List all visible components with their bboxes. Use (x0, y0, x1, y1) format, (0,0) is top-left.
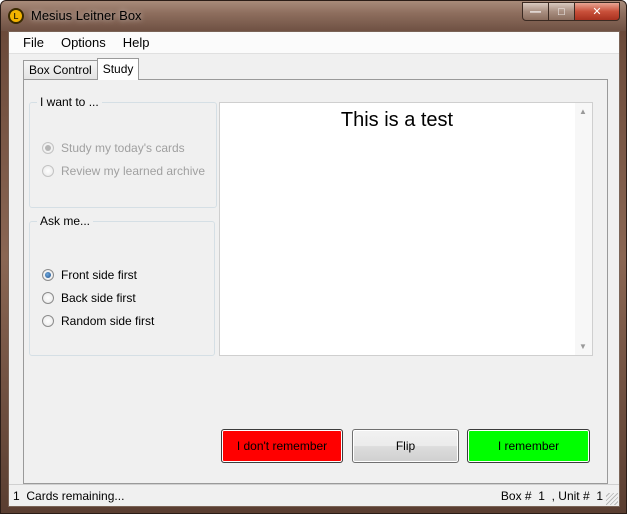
radio-study-today-icon (42, 142, 54, 154)
caption-buttons: — □ ✕ (522, 2, 620, 21)
remember-button[interactable]: I remember (467, 429, 590, 463)
status-box-label: Box # (500, 489, 532, 503)
resize-grip[interactable] (606, 493, 618, 505)
app-window: L Mesius Leitner Box — □ ✕ File Options … (0, 0, 627, 514)
scroll-down-icon[interactable]: ▼ (579, 342, 587, 351)
menu-options[interactable]: Options (53, 35, 115, 50)
radio-review-archive[interactable]: Review my learned archive (42, 164, 205, 178)
maximize-icon: □ (558, 5, 565, 18)
minimize-icon: — (530, 5, 541, 18)
maximize-button[interactable]: □ (548, 2, 575, 21)
card-display[interactable]: This is a test ▲ ▼ (219, 102, 593, 356)
close-button[interactable]: ✕ (574, 2, 620, 21)
scroll-up-icon[interactable]: ▲ (579, 107, 587, 116)
card-text: This is a test (340, 109, 454, 131)
ask-group: Ask me... Front side first Back side fir… (29, 214, 215, 356)
flip-button[interactable]: Flip (352, 429, 459, 463)
radio-study-today-label: Study my today's cards (61, 141, 185, 155)
status-cards-remaining-label: Cards remaining... (26, 489, 125, 503)
radio-random-side-label: Random side first (61, 314, 155, 328)
menu-file[interactable]: File (15, 35, 53, 50)
app-logo-icon[interactable]: L (8, 8, 24, 24)
tab-box-control[interactable]: Box Control (23, 60, 98, 80)
status-unit-label: , Unit # (551, 489, 590, 503)
menu-bar: File Options Help (9, 32, 619, 54)
close-icon: ✕ (592, 6, 602, 18)
title-bar[interactable]: L Mesius Leitner Box — □ ✕ (1, 1, 626, 31)
minimize-button[interactable]: — (522, 2, 549, 21)
want-group: I want to ... Study my today's cards Rev… (29, 95, 217, 208)
radio-review-archive-label: Review my learned archive (61, 164, 206, 178)
want-group-label: I want to ... (37, 95, 102, 109)
status-box-unit: Box # 1 , Unit # 1 (501, 489, 603, 503)
status-unit-value: 1 (596, 489, 603, 503)
radio-front-side[interactable]: Front side first (42, 268, 137, 282)
status-box-value: 1 (538, 489, 545, 503)
status-bar: 1 Cards remaining... Box # 1 , Unit # 1 (9, 484, 619, 506)
radio-study-today[interactable]: Study my today's cards (42, 141, 185, 155)
radio-random-side-icon (42, 315, 54, 327)
tab-strip: Box Control Study (23, 58, 140, 80)
tab-study[interactable]: Study (96, 58, 140, 80)
window-title: Mesius Leitner Box (31, 8, 142, 23)
radio-back-side[interactable]: Back side first (42, 291, 136, 305)
status-cards-remaining: 1 Cards remaining... (13, 489, 124, 503)
radio-back-side-icon (42, 292, 54, 304)
study-panel: I want to ... Study my today's cards Rev… (23, 79, 608, 484)
status-count: 1 (13, 489, 20, 503)
radio-review-archive-icon (42, 165, 54, 177)
menu-help[interactable]: Help (115, 35, 159, 50)
client-area: File Options Help Box Control Study I wa… (8, 31, 620, 507)
card-scrollbar[interactable]: ▲ ▼ (575, 103, 592, 355)
radio-front-side-label: Front side first (61, 268, 138, 282)
radio-back-side-label: Back side first (61, 291, 136, 305)
ask-group-label: Ask me... (37, 214, 94, 228)
radio-random-side[interactable]: Random side first (42, 314, 154, 328)
radio-front-side-icon (42, 269, 54, 281)
dont-remember-button[interactable]: I don't remember (221, 429, 343, 463)
